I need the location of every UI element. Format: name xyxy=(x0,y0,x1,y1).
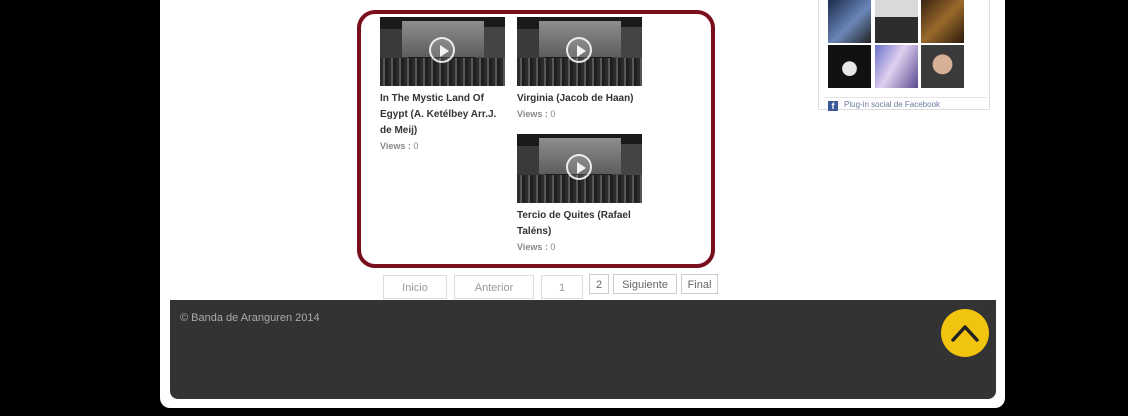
video-thumbnail[interactable] xyxy=(517,134,642,203)
play-icon[interactable] xyxy=(566,37,592,63)
video-thumbnail[interactable] xyxy=(517,17,642,86)
pagination-next-button[interactable]: Siguiente xyxy=(613,274,677,294)
fan-avatar[interactable] xyxy=(828,0,871,43)
views-count: 0 xyxy=(550,242,556,252)
chevron-up-icon xyxy=(951,325,979,342)
copyright-text: © Banda de Aranguren 2014 xyxy=(180,312,320,324)
play-icon[interactable] xyxy=(429,37,455,63)
video-item[interactable]: Virginia (Jacob de Haan) Views : 0 xyxy=(517,17,642,121)
video-title[interactable]: In The Mystic Land Of Egypt (A. Ketélbey… xyxy=(380,91,505,139)
video-views: Views : 0 xyxy=(517,240,642,254)
video-title[interactable]: Tercio de Quites (Rafael Taléns) xyxy=(517,208,642,240)
footer: © Banda de Aranguren 2014 xyxy=(170,300,996,399)
videos-panel: In The Mystic Land Of Egypt (A. Ketélbey… xyxy=(357,10,715,268)
video-item[interactable]: In The Mystic Land Of Egypt (A. Ketélbey… xyxy=(380,17,505,153)
back-to-top-button[interactable] xyxy=(941,309,989,357)
fan-avatar[interactable] xyxy=(921,0,964,43)
video-views: Views : 0 xyxy=(380,139,505,153)
fan-avatar[interactable] xyxy=(875,45,918,88)
pagination-previous-button[interactable]: Anterior xyxy=(454,275,534,299)
divider xyxy=(825,97,987,98)
views-label: Views : xyxy=(517,109,548,119)
video-thumbnail[interactable] xyxy=(380,17,505,86)
play-icon[interactable] xyxy=(566,154,592,180)
fan-avatar[interactable] xyxy=(921,45,964,88)
video-item[interactable]: Tercio de Quites (Rafael Taléns) Views :… xyxy=(517,134,642,254)
video-title[interactable]: Virginia (Jacob de Haan) xyxy=(517,91,642,107)
pagination-start-button[interactable]: Inicio xyxy=(383,275,447,299)
views-count: 0 xyxy=(550,109,556,119)
facebook-social-plugin: f Plug-in social de Facebook xyxy=(818,0,990,111)
pagination-page-2-button[interactable]: 2 xyxy=(589,274,609,294)
views-label: Views : xyxy=(380,141,411,151)
fan-avatar[interactable] xyxy=(875,0,918,43)
video-views: Views : 0 xyxy=(517,107,642,121)
fan-avatar[interactable] xyxy=(828,45,871,88)
pagination-last-button[interactable]: Final xyxy=(681,274,718,294)
facebook-icon[interactable]: f xyxy=(828,101,838,111)
facebook-plugin-link[interactable]: Plug-in social de Facebook xyxy=(844,100,940,109)
pagination-current-page: 1 xyxy=(541,275,583,299)
views-count: 0 xyxy=(413,141,419,151)
views-label: Views : xyxy=(517,242,548,252)
